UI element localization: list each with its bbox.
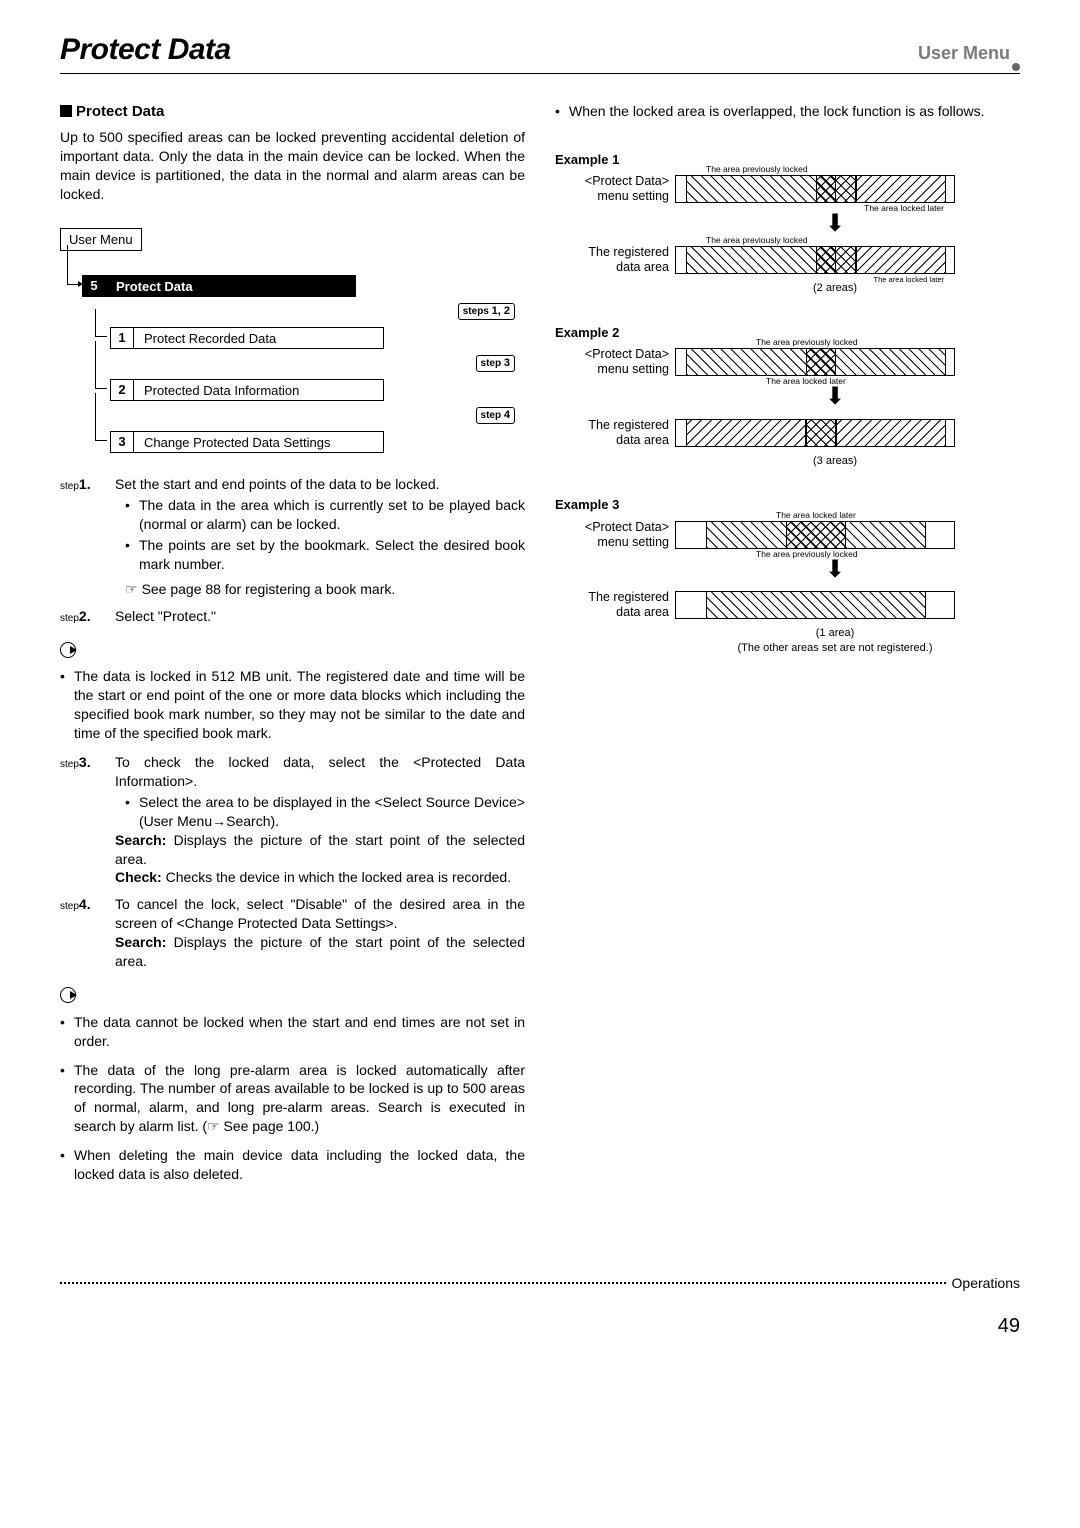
ex2-reg-a xyxy=(686,420,806,446)
ex2-overlap xyxy=(806,349,836,375)
ex1-bar2: The area previously locked The area lock… xyxy=(675,246,955,274)
clock-icon xyxy=(60,987,76,1003)
step-tag-3: step 3 xyxy=(476,355,515,372)
menu-item-protected-info: Protected Data Information xyxy=(134,379,384,401)
tree-connector-icon xyxy=(95,309,107,337)
page-header: Protect Data User Menu xyxy=(60,30,1020,74)
ex1-reg-later xyxy=(856,247,946,273)
ex1-row1-label: <Protect Data>menu setting xyxy=(555,174,675,204)
ex1-later-area xyxy=(856,176,946,202)
step1-label: step1. xyxy=(60,475,115,598)
ex1-reg-prev xyxy=(686,247,836,273)
ex3-row1-label: <Protect Data>menu setting xyxy=(555,520,675,550)
page-number: 49 xyxy=(60,1313,1020,1340)
intro-text: Up to 500 specified areas can be locked … xyxy=(60,128,525,204)
ex1-ann-later: The area locked later xyxy=(864,203,944,214)
menu-item-protect-recorded: Protect Recorded Data xyxy=(134,327,384,349)
menu-num-5: 5 xyxy=(82,275,106,297)
tree-connector-icon xyxy=(67,245,79,285)
step1-see: See page 88 for registering a book mark. xyxy=(142,581,396,597)
ex1-reg-cross xyxy=(816,247,856,273)
step-tag-12: steps steps 1, 21, 2 xyxy=(458,303,515,320)
step3-search-text: Displays the picture of the start point … xyxy=(115,832,525,867)
square-bullet-icon xyxy=(60,105,72,117)
note-512mb: The data is locked in 512 MB unit. The r… xyxy=(74,667,525,743)
step3-check-text: Checks the device in which the locked ar… xyxy=(162,869,511,885)
footer: Operations xyxy=(60,1274,1020,1293)
ex2-ann-prev: The area previously locked xyxy=(756,337,858,348)
step3-text: To check the locked data, select the <Pr… xyxy=(115,753,525,791)
ex3-prev xyxy=(786,522,846,548)
right-column: •When the locked area is overlapped, the… xyxy=(555,102,1020,1194)
tree-connector-icon xyxy=(95,393,107,441)
page-title: Protect Data xyxy=(60,30,231,71)
ex1-ann-prev2: The area previously locked xyxy=(706,235,808,246)
step4-label: step4. xyxy=(60,895,115,971)
menu-label-protect-data: Protect Data xyxy=(106,275,356,297)
tree-connector-icon xyxy=(95,341,107,389)
ex3-ann-later: The area locked later xyxy=(776,510,856,521)
left-column: Protect Data Up to 500 specified areas c… xyxy=(60,102,525,1194)
note-delete: When deleting the main device data inclu… xyxy=(74,1146,525,1184)
ex2-row2-label: The registereddata area xyxy=(555,418,675,448)
ex2-bar1: The area previously locked The area lock… xyxy=(675,348,955,376)
step-tag-4: step 4 xyxy=(476,407,515,424)
ex2-row1-label: <Protect Data>menu setting xyxy=(555,347,675,377)
step3-label: step3. xyxy=(60,753,115,887)
ex3-ann-prev: The area previously locked xyxy=(756,549,858,560)
example-2: Example 2 <Protect Data>menu setting The… xyxy=(555,324,1020,469)
ex1-overlap xyxy=(816,176,856,202)
step3-bullet1: Select the area to be displayed in the <… xyxy=(139,793,525,831)
step-2: step2. Select "Protect." xyxy=(60,607,525,626)
ex2-reg-c xyxy=(836,420,946,446)
step3-check-label: Check: xyxy=(115,869,162,885)
step-1: step1. Set the start and end points of t… xyxy=(60,475,525,598)
overlap-intro: When the locked area is overlapped, the … xyxy=(569,102,985,121)
step4-search-text: Displays the picture of the start point … xyxy=(115,934,525,969)
step4-text: To cancel the lock, select "Disable" of … xyxy=(115,895,525,933)
ex3-reg xyxy=(706,592,926,618)
ex2-bar2 xyxy=(675,419,955,447)
step3-search-label: Search: xyxy=(115,832,166,848)
ex2-areas: (3 areas) xyxy=(695,454,975,469)
ex1-ann-later2: The area locked later xyxy=(874,275,944,285)
note-pre-alarm: The data of the long pre-alarm area is l… xyxy=(74,1061,525,1137)
menu-num-1: 1 xyxy=(110,327,134,349)
dotted-leader-icon xyxy=(60,1282,946,1284)
footer-operations: Operations xyxy=(952,1274,1020,1293)
step1-text: Set the start and end points of the data… xyxy=(115,475,525,494)
step2-text: Select "Protect." xyxy=(115,607,525,626)
menu-num-2: 2 xyxy=(110,379,134,401)
ex3-bar2 xyxy=(675,591,955,619)
ex3-areas: (1 area) (The other areas set are not re… xyxy=(695,626,975,656)
header-section: User Menu xyxy=(918,41,1020,71)
hand-icon: ☞ xyxy=(125,580,138,599)
ex3-row2-label: The registereddata area xyxy=(555,590,675,620)
step-4: step4. To cancel the lock, select "Disab… xyxy=(60,895,525,971)
menu-item-change-settings: Change Protected Data Settings xyxy=(134,431,384,453)
section-heading: Protect Data xyxy=(60,102,525,122)
note-order: The data cannot be locked when the start… xyxy=(74,1013,525,1051)
step-3: step3. To check the locked data, select … xyxy=(60,753,525,887)
ex1-row2-label: The registereddata area xyxy=(555,245,675,275)
step1-bullet2: The points are set by the bookmark. Sele… xyxy=(139,536,525,574)
ex1-prev-area xyxy=(686,176,836,202)
menu-tree: User Menu 5 Protect Data steps steps 1, … xyxy=(60,228,525,454)
example-3: Example 3 <Protect Data>menu setting The… xyxy=(555,496,1020,656)
clock-icon xyxy=(60,642,76,658)
example-1: Example 1 <Protect Data>menu setting The… xyxy=(555,151,1020,296)
step1-bullet1: The data in the area which is currently … xyxy=(139,496,525,534)
ex2-ann-later: The area locked later xyxy=(766,376,846,387)
ex2-reg-b xyxy=(806,420,836,446)
menu-num-3: 3 xyxy=(110,431,134,453)
ex1-ann-prev: The area previously locked xyxy=(706,164,808,175)
ex1-bar1: The area previously locked The area lock… xyxy=(675,175,955,203)
ex3-bar1: The area locked later The area previousl… xyxy=(675,521,955,549)
step2-label: step2. xyxy=(60,607,115,626)
step4-search-label: Search: xyxy=(115,934,166,950)
